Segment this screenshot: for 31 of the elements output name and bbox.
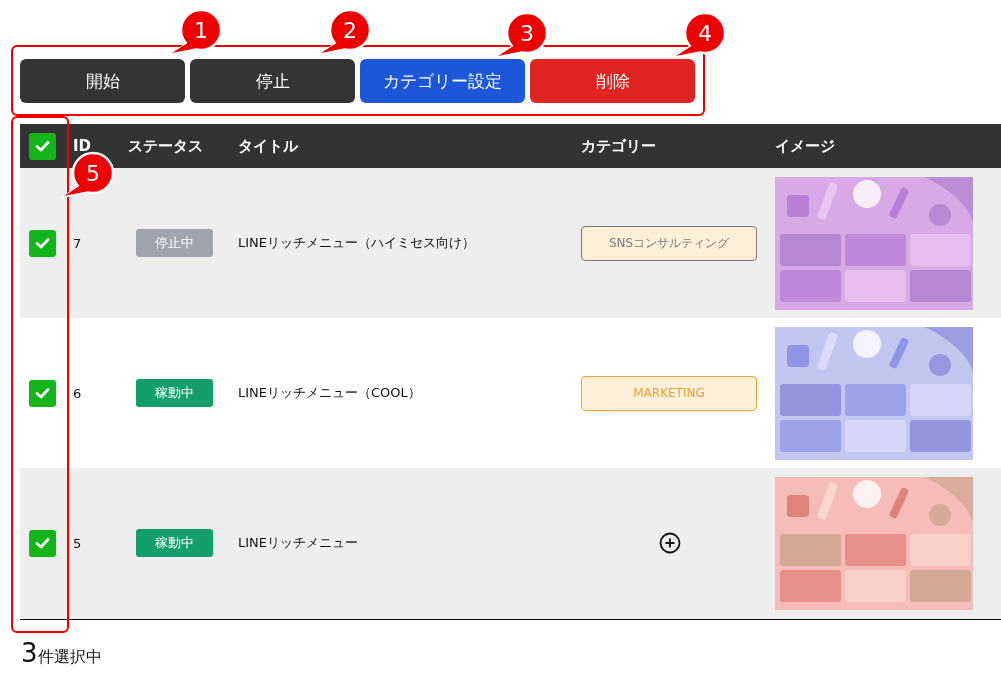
- id-cell-text: 6: [72, 385, 82, 401]
- toolbar-button[interactable]: カテゴリー設定: [360, 59, 525, 103]
- selection-label: 件選択中: [37, 647, 102, 668]
- check-icon: [35, 537, 50, 549]
- category-tag: SNSコンサルティング: [581, 225, 757, 261]
- title-cell-text: LINEリッチメニュー（ハイミセス向け）: [237, 234, 475, 252]
- column-header: イメージ: [774, 136, 835, 156]
- check-icon: [35, 237, 50, 249]
- status-badge: 停止中: [136, 229, 213, 257]
- column-header: ステータス: [127, 136, 203, 156]
- id-cell-text: 5: [72, 535, 82, 551]
- column-header: タイトル: [237, 136, 298, 156]
- checkbox[interactable]: [29, 379, 56, 407]
- checkbox[interactable]: [29, 229, 56, 257]
- title-cell-text: LINEリッチメニュー: [237, 534, 358, 552]
- id-cell-text: 7: [72, 235, 82, 251]
- check-icon: [35, 140, 50, 152]
- title-cell-text: LINEリッチメニュー（COOL）: [237, 384, 421, 402]
- status-badge: 稼動中: [136, 529, 213, 557]
- toolbar-button[interactable]: 開始: [20, 59, 185, 103]
- column-header: カテゴリー: [580, 136, 656, 156]
- check-icon: [35, 387, 50, 399]
- table-row[interactable]: 5 稼動中 LINEリッチメニュー: [20, 468, 1001, 620]
- selection-count: 3: [21, 638, 38, 668]
- toolbar-button[interactable]: 停止: [190, 59, 355, 103]
- category-tag: MARKETING: [581, 375, 757, 411]
- status-badge: 稼動中: [136, 379, 213, 407]
- toolbar-button[interactable]: 削除: [530, 59, 695, 103]
- add-circle-icon[interactable]: [659, 532, 681, 554]
- checkbox[interactable]: [29, 132, 56, 160]
- checkbox[interactable]: [29, 529, 56, 557]
